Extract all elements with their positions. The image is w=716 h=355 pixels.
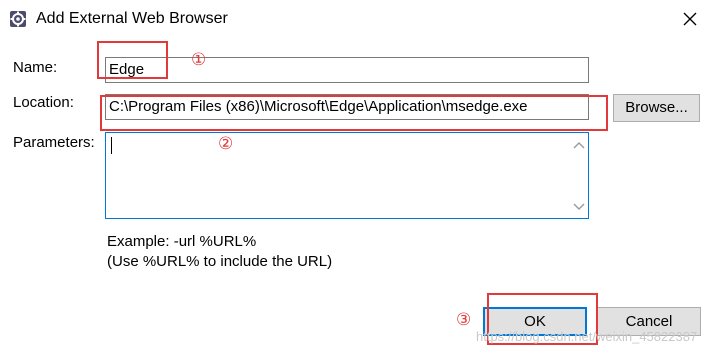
example-text: Example: -url %URL% bbox=[107, 233, 257, 250]
text-caret bbox=[111, 137, 112, 154]
annotation-step-1: ① bbox=[191, 50, 207, 69]
location-label: Location: bbox=[13, 94, 74, 111]
chevron-up-icon[interactable] bbox=[571, 139, 587, 151]
close-icon[interactable] bbox=[680, 9, 700, 29]
example-hint: (Use %URL% to include the URL) bbox=[107, 253, 333, 270]
annotation-step-3: ③ bbox=[456, 310, 472, 329]
parameters-textarea[interactable] bbox=[105, 132, 589, 219]
eclipse-gear-icon bbox=[10, 11, 26, 27]
browse-button[interactable]: Browse... bbox=[613, 94, 700, 122]
name-input[interactable]: Edge bbox=[105, 57, 589, 83]
parameters-label: Parameters: bbox=[13, 134, 95, 151]
window-title: Add External Web Browser bbox=[36, 10, 228, 27]
annotation-step-2: ② bbox=[218, 134, 234, 153]
chevron-down-icon[interactable] bbox=[571, 201, 587, 213]
title-bar: Add External Web Browser bbox=[0, 0, 716, 38]
annotation-box-location bbox=[100, 95, 608, 131]
name-label: Name: bbox=[13, 59, 58, 76]
watermark-text: https://blog.csdn.net/weixin_45822387 bbox=[476, 329, 698, 344]
annotation-box-name bbox=[97, 41, 168, 79]
